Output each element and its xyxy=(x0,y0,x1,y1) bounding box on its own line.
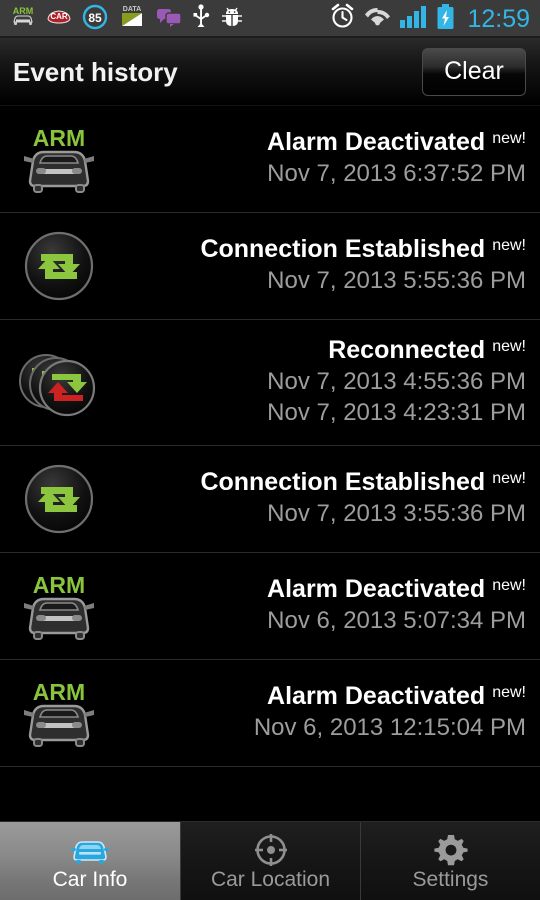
title-bar: Event history Clear xyxy=(0,38,540,108)
cellular-signal-icon xyxy=(399,5,429,34)
gear-icon xyxy=(433,833,468,867)
svg-text:ARM: ARM xyxy=(13,6,34,16)
alarm-clock-icon xyxy=(329,3,356,35)
clear-button[interactable]: Clear xyxy=(422,47,526,96)
event-title: Connection Established xyxy=(200,468,486,497)
event-timestamp: Nov 7, 2013 5:55:36 PM xyxy=(267,266,526,294)
event-title-line: Alarm Deactivated new! xyxy=(267,682,526,712)
event-history-list[interactable]: ARM Alarm Deactivated new! Nov 7, 2013 6:37… xyxy=(0,106,540,821)
event-list-item[interactable]: Connection Established new! Nov 7, 2013 5:… xyxy=(0,213,540,320)
svg-text:85: 85 xyxy=(88,11,102,25)
event-title-line: Connection Established new! xyxy=(200,468,526,498)
android-debug-icon xyxy=(220,5,244,34)
event-title: Alarm Deactivated xyxy=(267,575,486,604)
speed-85-icon: 85 xyxy=(82,4,108,35)
reconnected-stack-icon xyxy=(0,343,118,423)
event-title-line: Alarm Deactivated new! xyxy=(267,575,526,605)
tab-label-settings: Settings xyxy=(412,867,489,891)
connection-loop-icon xyxy=(0,463,118,535)
status-bar-clock: 12:59 xyxy=(467,4,530,33)
wifi-icon xyxy=(363,6,392,33)
connection-loop-icon xyxy=(0,230,118,302)
svg-text:ARM: ARM xyxy=(33,125,85,151)
arm-car-notification-icon: ARM xyxy=(10,5,36,34)
event-list-item[interactable]: ARM Alarm Deactivated new! Nov 7, 2013 6:37… xyxy=(0,106,540,213)
event-text-block: Alarm Deactivated new! Nov 7, 2013 6:37:52… xyxy=(118,128,526,189)
bottom-tab-bar: Car Info Car Location Settings xyxy=(0,821,540,900)
event-title: Reconnected xyxy=(328,336,486,365)
event-title: Connection Established xyxy=(200,235,486,264)
messages-icon xyxy=(156,6,182,33)
usb-icon xyxy=(192,3,210,35)
car-arm-icon: ARM xyxy=(0,123,118,195)
event-title: Alarm Deactivated xyxy=(267,128,486,157)
car-arm-icon: ARM xyxy=(0,677,118,749)
event-list-item[interactable]: Reconnected new! Nov 7, 2013 4:55:36 PM Nov… xyxy=(0,320,540,446)
event-text-block: Reconnected new! Nov 7, 2013 4:55:36 PM Nov… xyxy=(118,336,526,429)
new-badge: new! xyxy=(492,470,526,488)
event-timestamp: Nov 6, 2013 5:07:34 PM xyxy=(267,606,526,634)
tab-label-car-location: Car Location xyxy=(210,867,331,891)
event-text-block: Connection Established new! Nov 7, 2013 5:… xyxy=(118,235,526,296)
car-alarm-app-icon: CAR xyxy=(46,7,72,32)
event-timestamp: Nov 7, 2013 3:55:36 PM xyxy=(267,499,526,527)
svg-text:ARM: ARM xyxy=(33,679,85,705)
status-bar: ARM CAR 85 DATA 12:59 xyxy=(0,0,540,38)
page-title: Event history xyxy=(13,56,178,87)
new-badge: new! xyxy=(492,237,526,255)
new-badge: new! xyxy=(492,577,526,595)
event-timestamp: Nov 7, 2013 4:23:31 PM xyxy=(267,399,526,427)
event-timestamp: Nov 6, 2013 12:15:04 PM xyxy=(253,713,526,741)
status-bar-left-icons: ARM CAR 85 DATA xyxy=(10,3,329,36)
event-title: Alarm Deactivated xyxy=(267,682,486,711)
event-text-block: Connection Established new! Nov 7, 2013 3:… xyxy=(118,468,526,529)
event-list-item[interactable]: Connection Established new! Nov 7, 2013 3:… xyxy=(0,446,540,553)
battery-charging-icon xyxy=(436,3,455,35)
event-text-block: Alarm Deactivated new! Nov 6, 2013 12:15:0… xyxy=(118,682,526,743)
tab-car-info[interactable]: Car Info xyxy=(0,822,180,900)
new-badge: new! xyxy=(492,338,526,356)
crosshair-target-icon xyxy=(254,833,288,867)
svg-text:CAR: CAR xyxy=(50,12,68,21)
event-timestamp: Nov 7, 2013 6:37:52 PM xyxy=(267,159,526,187)
new-badge: new! xyxy=(492,130,526,148)
tab-label-car-info: Car Info xyxy=(52,867,128,891)
tab-car-location[interactable]: Car Location xyxy=(180,822,360,900)
tab-settings[interactable]: Settings xyxy=(360,822,540,900)
event-title-line: Connection Established new! xyxy=(200,235,526,265)
event-history-screen: ARM CAR 85 DATA 12:59 Event history Clea… xyxy=(0,0,540,900)
data-usage-icon: DATA xyxy=(118,3,146,36)
svg-text:DATA: DATA xyxy=(123,6,141,13)
car-front-icon xyxy=(69,833,111,867)
event-list-item[interactable]: ARM Alarm Deactivated new! Nov 6, 2013 5:07… xyxy=(0,553,540,660)
status-bar-right-icons: 12:59 xyxy=(329,3,530,35)
event-text-block: Alarm Deactivated new! Nov 6, 2013 5:07:34… xyxy=(118,575,526,636)
event-timestamp: Nov 7, 2013 4:55:36 PM xyxy=(267,367,526,395)
event-title-line: Alarm Deactivated new! xyxy=(267,128,526,158)
svg-text:ARM: ARM xyxy=(33,572,85,598)
event-list-item[interactable]: ARM Alarm Deactivated new! Nov 6, 2013 12:1… xyxy=(0,660,540,767)
event-title-line: Reconnected new! xyxy=(328,336,526,366)
car-arm-icon: ARM xyxy=(0,570,118,642)
new-badge: new! xyxy=(492,684,526,702)
